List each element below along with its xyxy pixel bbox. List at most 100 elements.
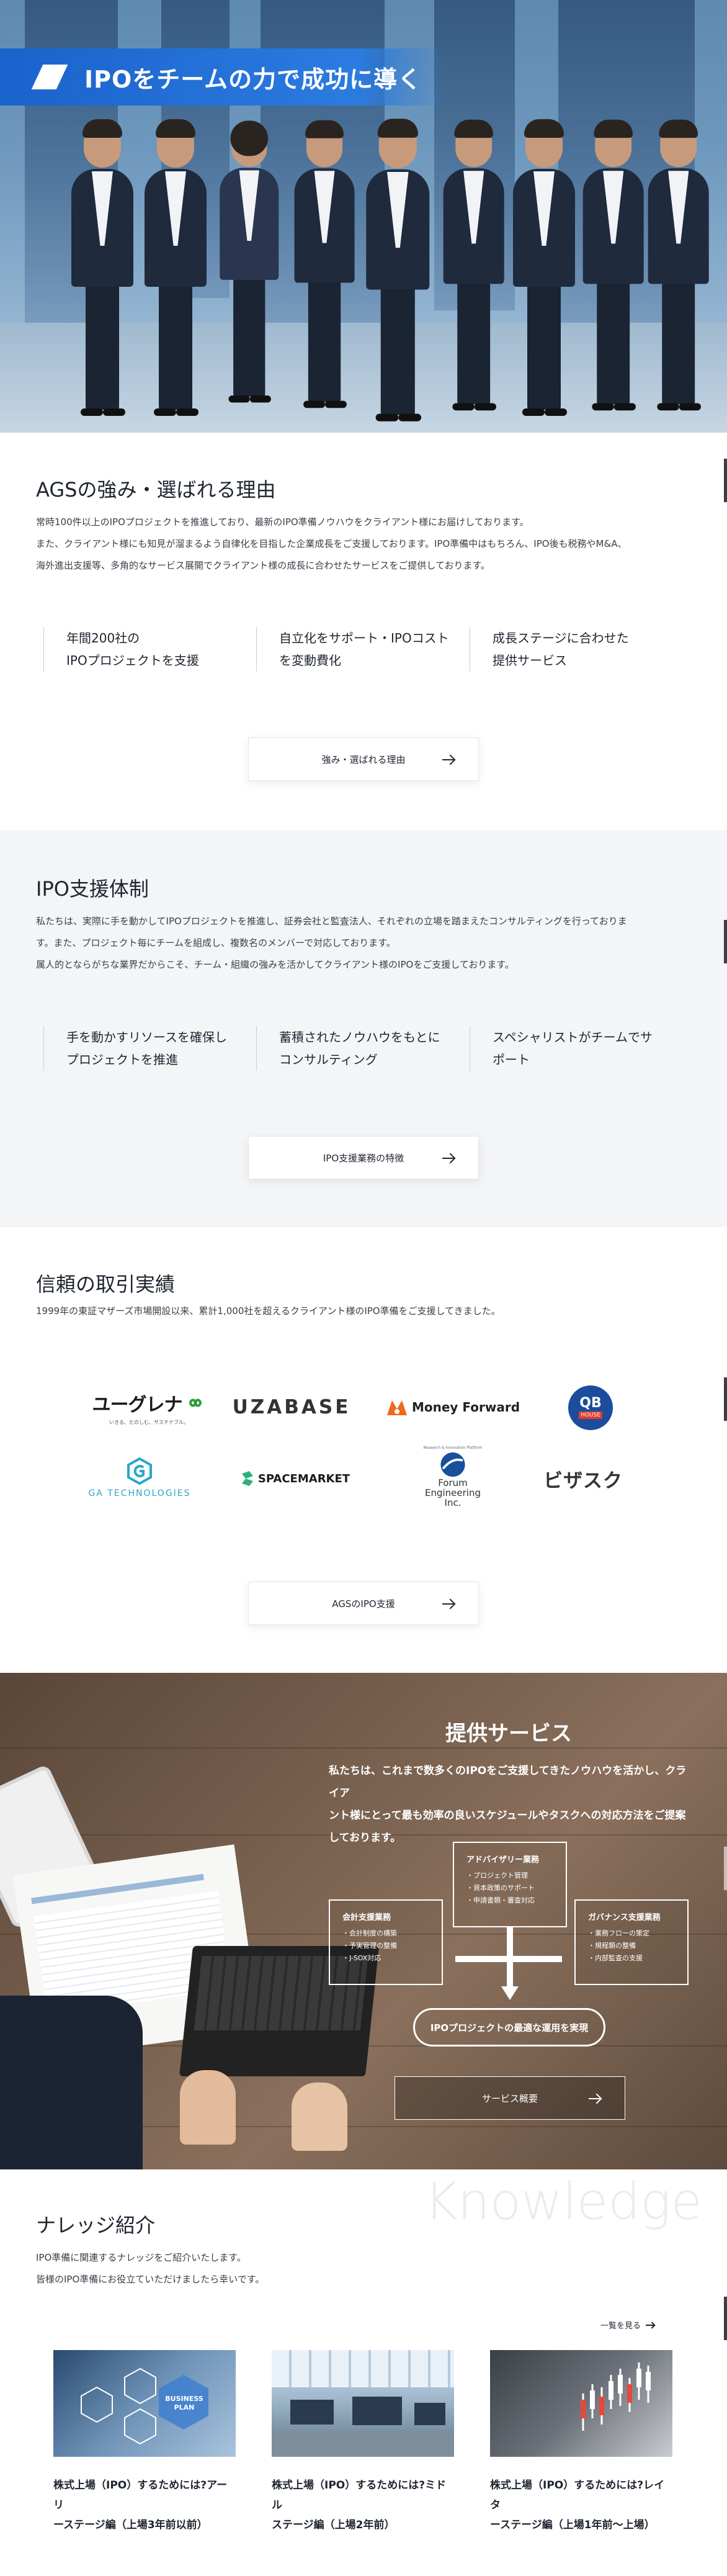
title-line: 株式上場（IPO）するためには?ミドル (272, 2479, 447, 2511)
box-item: ・予実管理の整備 (342, 1942, 397, 1950)
title-line: ステージ編（上場2年前） (272, 2519, 395, 2531)
logo-text: SPACEMARKET (257, 1472, 350, 1485)
feature-item: スペシャリストがチームでサ ポート (470, 1026, 668, 1071)
box-title: アドバイザリー業務 (466, 1855, 540, 1865)
support-section: IPO支援体制 私たちは、実際に手を動かしてIPOプロジェクトを推進し、証券会社… (0, 830, 727, 1227)
logo-text: Money Forward (411, 1400, 520, 1415)
description-line: 属人的とならがちな業界だからこそ、チーム・組織の強みを活かしてクライアント様のI… (36, 959, 514, 970)
section-title: AGSの強み・選ばれる理由 (36, 478, 276, 502)
logo-text: GA TECHNOLOGIES (88, 1488, 191, 1498)
box-item: ・業務フローの策定 (588, 1929, 649, 1937)
title-line: ーステージ編（上場3年前以前） (53, 2519, 208, 2531)
title-line: 株式上場（IPO）するためには?アーリ (53, 2479, 228, 2511)
box-item: ・申請書類・審査対応 (466, 1896, 535, 1904)
team-member (211, 114, 288, 420)
feature-line: プロジェクトを推進 (66, 1052, 178, 1067)
feature-line: ポート (493, 1052, 530, 1067)
section-title: IPO支援体制 (36, 877, 149, 901)
forum-engineering-logo-icon: Research & Innovation Platform Forum Eng… (409, 1446, 496, 1508)
card-title: 株式上場（IPO）するためには?アーリ ーステージ編（上場3年前以前） (53, 2475, 236, 2535)
section-title: 提供サービス (445, 1721, 572, 1746)
scroll-indicator (724, 2297, 727, 2340)
feature-line: 成長ステージに合わせた (493, 631, 629, 646)
title-line: ーステージ編（上場1年前～上場） (490, 2519, 655, 2531)
arrow-right-icon (589, 2093, 601, 2104)
knowledge-card[interactable]: 株式上場（IPO）するためには?ミドル ステージ編（上場2年前） (272, 2350, 454, 2535)
team-member (62, 112, 143, 433)
box-item: ・会計制度の構築 (342, 1929, 397, 1937)
team-member (639, 112, 718, 429)
card-title: 株式上場（IPO）するためには?レイタ ーステージ編（上場1年前～上場） (490, 2475, 672, 2535)
description-line: す。また、プロジェクト毎にチームを組成し、複数名のメンバーで対応しております。 (36, 937, 396, 948)
thumbnail-text: BUSINESS PLAN (165, 2395, 203, 2412)
box-item: ・内部監査の支援 (588, 1954, 643, 1962)
team-member (504, 112, 584, 433)
description-line: ント様にとって最も効率の良いスケジュールやタスクへの対応方法をご提案 (329, 1809, 686, 1822)
feature-item: 蓄積されたノウハウをもとに コンサルティング (256, 1026, 455, 1071)
feature-item: 自立化をサポート・IPOコスト を変動費化 (256, 627, 455, 672)
logo-text: ユーグレナ (92, 1394, 183, 1416)
knowledge-title: ナレッジ紹介 (36, 2213, 156, 2237)
description-line: また、クライアント様にも知見が溜まるよう自律化を目指した企業成長をご支援しており… (36, 538, 627, 549)
knowledge-card[interactable]: BUSINESS PLAN 株式上場（IPO）するためには?アーリ ーステージ編… (53, 2350, 236, 2535)
description-line: 私たちは、これまで数多くのIPOをご支援してきたノウハウを活かし、クライア (329, 1765, 687, 1799)
visasq-logo-icon: ビザスク (527, 1463, 639, 1494)
box-title: 会計支援業務 (342, 1913, 391, 1922)
team-member (357, 111, 439, 433)
card-thumbnail: BUSINESS PLAN (53, 2350, 236, 2457)
moneyforward-logo-icon: Money Forward (378, 1392, 527, 1423)
accounting-box: 会計支援業務 ・会計制度の構築 ・予実管理の整備 ・J-SOX対応 (329, 1899, 443, 1985)
button-label: AGSのIPO支援 (332, 1598, 395, 1610)
feature-line: スペシャリストがチームでサ (493, 1030, 653, 1045)
description-line: IPO準備に関連するナレッジをご紹介いたします。 (36, 2252, 246, 2263)
person-sleeve-image (0, 1996, 143, 2169)
knowledge-bg-word: Knowledge (424, 2173, 702, 2231)
box-item: ・プロジェクト管理 (466, 1871, 528, 1880)
title-line: 株式上場（IPO）するためには?レイタ (490, 2479, 665, 2511)
feature-line: 提供サービス (493, 653, 567, 668)
logo-subtext: HOUSE (579, 1412, 602, 1419)
feature-line: 自立化をサポート・IPOコスト (279, 631, 449, 646)
logo-text: UZABASE (232, 1396, 351, 1418)
feature-line: 年間200社の (66, 631, 140, 646)
scroll-indicator (724, 920, 727, 963)
hero-banner: IPOをチームの力で成功に導く (0, 0, 727, 433)
scroll-indicator (724, 1377, 727, 1421)
feature-line: 蓄積されたノウハウをもとに (279, 1030, 440, 1045)
logo-tagline: Research & Innovation Platform (423, 1446, 483, 1450)
team-member (434, 112, 513, 429)
clients-section: 信頼の取引実績 1999年の東証マザーズ市場開設以来、累計1,000社を超えるク… (0, 1227, 727, 1673)
feature-line: コンサルティング (279, 1052, 378, 1067)
logo-tagline: いきる、たのしむ、サステナブル。 (109, 1419, 189, 1425)
card-thumbnail (272, 2350, 454, 2457)
knowledge-card[interactable]: 株式上場（IPO）するためには?レイタ ーステージ編（上場1年前～上場） (490, 2350, 672, 2535)
feature-line: IPOプロジェクトを支援 (66, 653, 199, 668)
qbhouse-logo-icon: QB HOUSE (556, 1385, 625, 1431)
view-all-link[interactable]: 一覧を見る (600, 2319, 655, 2331)
logo-text: ビザスク (543, 1469, 623, 1492)
team-member (135, 112, 216, 433)
brand-mark-icon (37, 65, 76, 89)
services-overview-button[interactable]: サービス概要 (395, 2076, 625, 2120)
connector-line (455, 1956, 562, 1962)
spacemarket-mark-icon (241, 1471, 253, 1486)
spacemarket-logo-icon: SPACEMARKET (223, 1463, 366, 1494)
feature-line: 手を動かすリソースを確保し (66, 1030, 227, 1045)
hero-title-band: IPOをチームの力で成功に導く (0, 48, 447, 106)
section-description: 私たちは、実際に手を動かしてIPOプロジェクトを推進し、証券会社と監査法人、それ… (36, 911, 694, 976)
box-item: ・J-SOX対応 (342, 1954, 381, 1962)
strengths-more-button[interactable]: 強み・選ばれる理由 (248, 737, 479, 781)
arrow-down-icon (501, 1986, 519, 2000)
arrow-right-icon (442, 754, 455, 765)
link-label: 一覧を見る (600, 2322, 641, 2331)
section-description: 常時100件以上のIPOプロジェクトを推進しており、最新のIPO準備ノウハウをク… (36, 511, 694, 577)
ga-hex-icon (127, 1457, 152, 1485)
strengths-section: AGSの強み・選ばれる理由 常時100件以上のIPOプロジェクトを推進しており、… (0, 433, 727, 830)
section-description: 私たちは、これまで数多くのIPOをご支援してきたノウハウを活かし、クライア ント… (329, 1760, 695, 1849)
clients-more-button[interactable]: AGSのIPO支援 (248, 1582, 479, 1625)
box-item: ・規程類の整備 (588, 1942, 636, 1950)
stock-chart-icon (581, 2362, 651, 2431)
support-more-button[interactable]: IPO支援業務の特徴 (248, 1136, 479, 1179)
forum-globe-icon (440, 1452, 465, 1477)
box-item: ・資本政策のサポート (466, 1884, 535, 1892)
